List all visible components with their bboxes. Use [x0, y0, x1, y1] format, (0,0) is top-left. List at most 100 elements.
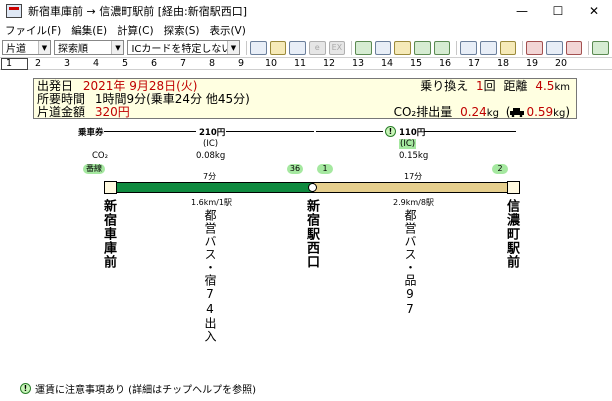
segment1-time: 7分 — [203, 172, 217, 181]
ex-icon[interactable]: EX — [328, 40, 346, 55]
bookmark-icon[interactable] — [565, 40, 583, 55]
map-icon[interactable] — [269, 40, 287, 55]
departure-date-label: 出発日 — [37, 79, 74, 93]
route-summary: 出発日 2021年 9月28日(火) 所要時間 1時間9分(乗車24分 他45分… — [33, 78, 577, 119]
e-icon[interactable]: e — [308, 40, 326, 55]
segment1-bar[interactable] — [116, 182, 313, 193]
bus-stop-icon[interactable] — [374, 40, 392, 55]
route-tab-16[interactable]: 16 — [439, 58, 451, 69]
co2-car-unit: kg — [553, 108, 566, 119]
route-tab-19[interactable]: 19 — [526, 58, 538, 69]
chevron-down-icon: ▼ — [37, 41, 50, 54]
sort-select[interactable]: 探索順 ▼ — [53, 40, 125, 55]
route-tab-20[interactable]: 20 — [555, 58, 567, 69]
minimize-button[interactable]: — — [504, 0, 540, 22]
print-icon[interactable] — [480, 40, 497, 55]
station-marker-end[interactable] — [507, 181, 520, 194]
toolbar-separator — [588, 40, 590, 55]
platform-label-start: 番線 — [83, 164, 105, 174]
line-name-segment1[interactable]: 都営バス・宿74出入 — [203, 209, 217, 343]
route-tab-4[interactable]: 4 — [93, 58, 99, 69]
distance-unit: km — [554, 82, 570, 93]
maximize-button[interactable]: ☐ — [540, 0, 576, 22]
keyboard-icon[interactable] — [249, 40, 267, 55]
route-icon[interactable] — [355, 40, 372, 55]
route-tab-12[interactable]: 12 — [323, 58, 335, 69]
toolbar-separator — [456, 40, 458, 55]
route-tab-14[interactable]: 14 — [381, 58, 393, 69]
station-name-end[interactable]: 信濃町駅前 — [504, 199, 519, 269]
car-icon — [510, 108, 525, 118]
co2-value: 0.24 — [460, 105, 487, 119]
station-marker-start[interactable] — [104, 181, 117, 194]
platform-departure-1: 1 — [317, 164, 333, 174]
co2-car-value: 0.59 — [526, 105, 554, 119]
app-icon — [6, 4, 22, 18]
route-tab-17[interactable]: 17 — [468, 58, 480, 69]
menu-edit[interactable]: 編集(E) — [66, 23, 112, 38]
segment2-bar[interactable] — [313, 182, 508, 193]
transfer-count: 1 — [476, 79, 484, 93]
route-tab-9[interactable]: 9 — [238, 58, 244, 69]
route-tab-7[interactable]: 7 — [180, 58, 186, 69]
back-icon[interactable] — [526, 40, 544, 55]
direction-select[interactable]: 片道 ▼ — [2, 40, 51, 55]
segment2-time: 17分 — [404, 172, 423, 181]
station-name-transfer[interactable]: 新宿駅西口 — [304, 199, 319, 269]
walk-icon[interactable] — [394, 40, 412, 55]
platform-arrival-36: 36 — [287, 164, 303, 174]
transfer-label: 乗り換え — [420, 79, 469, 93]
menu-view[interactable]: 表示(V) — [204, 23, 250, 38]
distance-label: 距離 — [503, 79, 528, 93]
grid-icon[interactable] — [289, 40, 306, 55]
sort-select-value: 探索順 — [57, 44, 88, 55]
car-comparison: (0.59kg) — [505, 105, 570, 120]
route-tab-11[interactable]: 11 — [294, 58, 306, 69]
co2-header-label: CO₂ — [92, 151, 109, 161]
route-tab-ruler: 1 2 3 4 5 6 7 8 9 10 11 12 13 14 15 16 1… — [0, 57, 612, 70]
fare-label: 片道金額 — [37, 105, 86, 119]
transfer-icon[interactable] — [414, 40, 431, 55]
fare1-line-left — [104, 131, 196, 132]
route-tab-18[interactable]: 18 — [497, 58, 509, 69]
fare1-type: (IC) — [203, 139, 219, 149]
train-icon[interactable] — [433, 40, 451, 55]
platform-arrival-2: 2 — [492, 164, 508, 174]
station-marker-transfer[interactable] — [308, 183, 317, 192]
fare2-line-right — [424, 131, 516, 132]
ic-card-select[interactable]: ICカードを特定しない ▼ — [127, 40, 240, 55]
fare-notice-text: 運賃に注意事項あり (詳細はチップヘルプを参照) — [35, 385, 256, 396]
fare1-line-right — [226, 131, 314, 132]
co2-label: CO₂排出量 — [393, 105, 453, 119]
fare2-co2: 0.15kg — [399, 151, 429, 161]
menu-file[interactable]: ファイル(F) — [0, 23, 66, 38]
caution-icon[interactable]: ! — [385, 126, 396, 137]
route-tab-8[interactable]: 8 — [209, 58, 215, 69]
list-icon[interactable] — [546, 40, 563, 55]
route-tab-1[interactable]: 1 — [6, 58, 12, 69]
toolbar-separator — [351, 40, 353, 55]
duration-value: 1時間9分(乗車24分 他45分) — [94, 92, 250, 106]
window-controls: — ☐ ✕ — [504, 0, 612, 22]
menu-search[interactable]: 探索(S) — [159, 23, 205, 38]
edit-icon[interactable] — [592, 40, 609, 55]
departure-date-value: 2021年 9月28日(火) — [82, 79, 198, 93]
menu-bar: ファイル(F) 編集(E) 計算(C) 探索(S) 表示(V) — [0, 22, 612, 39]
route-tab-5[interactable]: 5 — [122, 58, 128, 69]
route-tab-10[interactable]: 10 — [265, 58, 277, 69]
route-tab-15[interactable]: 15 — [410, 58, 422, 69]
route-tab-13[interactable]: 13 — [352, 58, 364, 69]
menu-calc[interactable]: 計算(C) — [112, 23, 159, 38]
line-name-segment2[interactable]: 都営バス・品97 — [403, 209, 417, 317]
chevron-down-icon: ▼ — [111, 41, 124, 54]
route-tab-3[interactable]: 3 — [64, 58, 70, 69]
toolbar: 片道 ▼ 探索順 ▼ ICカードを特定しない ▼ e EX — [0, 39, 612, 56]
fare-notice: ! 運賃に注意事項あり (詳細はチップヘルプを参照) — [20, 381, 256, 396]
station-name-start[interactable]: 新宿車庫前 — [101, 199, 116, 269]
copy-icon[interactable] — [460, 40, 478, 55]
close-button[interactable]: ✕ — [576, 0, 612, 22]
route-tab-6[interactable]: 6 — [151, 58, 157, 69]
route-tab-2[interactable]: 2 — [35, 58, 41, 69]
note-icon[interactable] — [499, 40, 517, 55]
ic-card-select-value: ICカードを特定しない — [131, 44, 232, 55]
